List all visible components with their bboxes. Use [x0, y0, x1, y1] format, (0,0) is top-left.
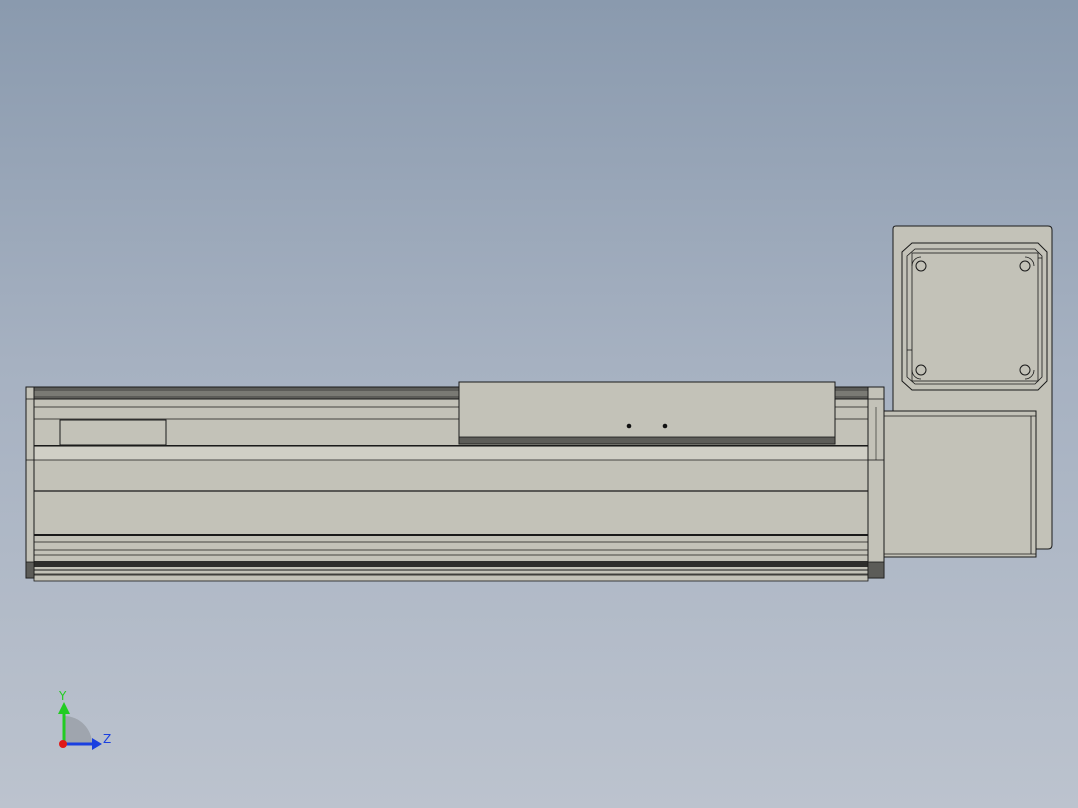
y-axis-label: Y	[58, 689, 67, 703]
carriage-pin-hole-left	[626, 423, 632, 429]
x-axis-origin	[59, 740, 67, 748]
slide-carriage[interactable]	[458, 381, 836, 445]
orientation-triad[interactable]: Y Z	[58, 689, 111, 750]
left-end-cap	[25, 386, 35, 579]
coupling-housing[interactable]	[883, 410, 1037, 558]
carriage-pin-hole-right	[662, 423, 668, 429]
end-stop-block	[59, 419, 167, 446]
linear-actuator-model[interactable]: Y Z	[0, 0, 1078, 808]
cad-viewport[interactable]: Y Z	[0, 0, 1078, 808]
motor-face	[911, 252, 1039, 382]
z-axis-label: Z	[103, 732, 111, 746]
